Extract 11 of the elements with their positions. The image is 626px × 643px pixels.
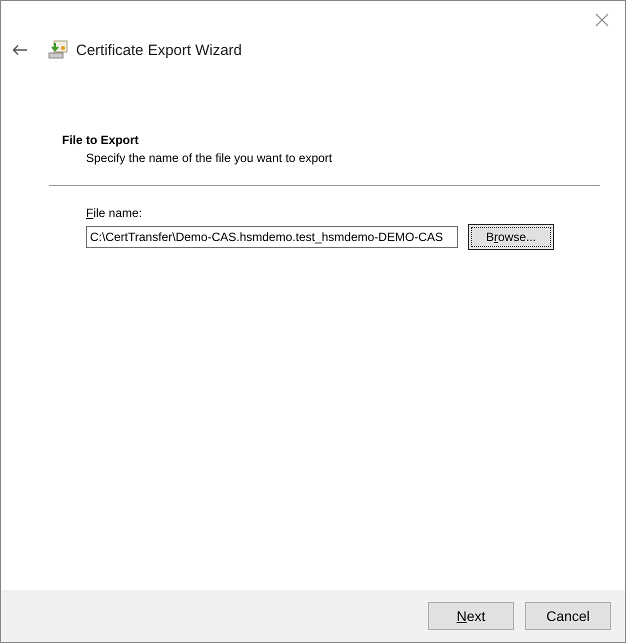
file-name-field[interactable]: C:\CertTransfer\Demo-CAS.hsmdemo.test_hsmdemo-DEMO-CAS — [86, 226, 458, 248]
back-arrow-icon[interactable] — [12, 44, 28, 56]
certificate-icon — [48, 40, 68, 60]
window-title: Certificate Export Wizard — [76, 42, 242, 58]
browse-button[interactable]: Browse... — [468, 224, 554, 250]
page-description: Specify the name of the file you want to export — [85, 151, 334, 165]
close-icon[interactable] — [595, 13, 609, 27]
cancel-button[interactable]: Cancel — [525, 602, 611, 630]
page-heading: File to Export — [62, 133, 140, 149]
next-button[interactable]: Next — [428, 602, 514, 630]
file-name-label: File name: — [86, 206, 144, 220]
